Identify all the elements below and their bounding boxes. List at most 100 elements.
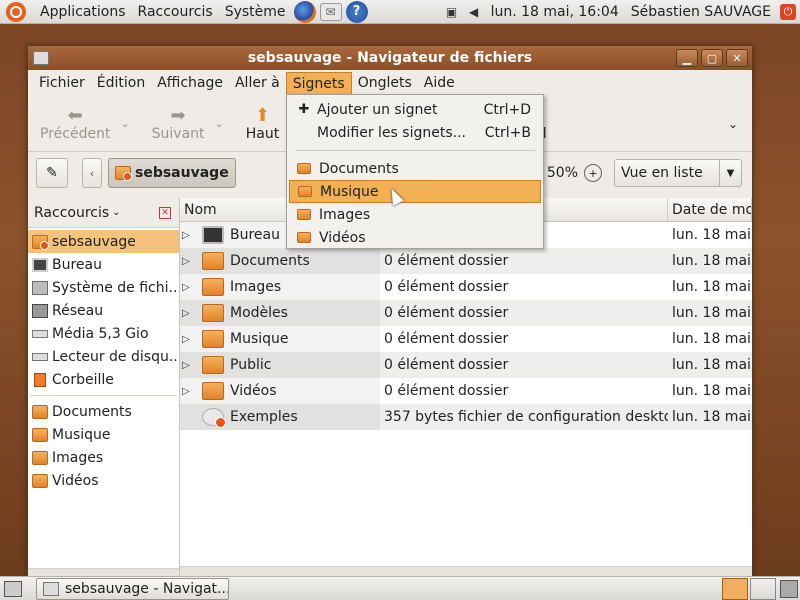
name-cell: ▷ Modèles	[180, 300, 380, 326]
up-button[interactable]: ⬆ Haut	[242, 105, 283, 142]
bookmark-musique[interactable]: Musique	[289, 180, 541, 203]
toolbar-overflow-chevron-icon[interactable]: ⌄	[728, 117, 738, 131]
expander-icon[interactable]: ▷	[182, 360, 196, 371]
window-menu-icon[interactable]	[33, 51, 49, 65]
column-date[interactable]: Date de mo	[668, 198, 752, 221]
workspace-switcher	[720, 577, 776, 600]
bookmarks-dropdown: ✚ Ajouter un signet Ctrl+D Modifier les …	[286, 94, 544, 249]
file-manager-icon	[43, 581, 59, 596]
help-icon[interactable]: ?	[345, 0, 368, 23]
home-folder-icon	[32, 234, 49, 250]
sidebar-item-network[interactable]: Réseau	[28, 299, 179, 322]
taskbar-window-button[interactable]: sebsauvage - Navigat...	[36, 577, 229, 600]
forward-arrow-icon: ➡	[170, 104, 186, 126]
path-scroll-left-button[interactable]: ‹	[82, 158, 102, 188]
sidebar-item-desktop[interactable]: Bureau	[28, 253, 179, 276]
sidebar-item-label: Musique	[52, 426, 111, 443]
workspace-2[interactable]	[750, 577, 776, 600]
maximize-button[interactable]: ▢	[701, 49, 723, 67]
zoom-in-icon[interactable]: +	[584, 164, 602, 182]
expander-icon[interactable]: ▷	[182, 334, 196, 345]
file-date: lun. 18 mai	[672, 305, 751, 321]
sidebar-item-videos[interactable]: Vidéos	[28, 469, 179, 492]
firefox-icon[interactable]	[293, 0, 316, 23]
sidebar-item-images[interactable]: Images	[28, 446, 179, 469]
table-row[interactable]: ▷ Images 0 élément dossier lun. 18 mai	[180, 274, 752, 300]
ubuntu-logo-icon[interactable]	[6, 1, 26, 22]
window-titlebar[interactable]: sebsauvage - Navigateur de fichiers ▁ ▢ …	[28, 46, 752, 70]
view-mode-select[interactable]: Vue en liste ▼	[614, 159, 742, 187]
filesystem-icon	[32, 280, 48, 295]
table-row[interactable]: ▷ Documents 0 élément dossier lun. 18 mai	[180, 248, 752, 274]
sidebar-scrollbar[interactable]	[28, 568, 179, 576]
menu-fichier[interactable]: Fichier	[33, 72, 91, 94]
sidebar-item-music[interactable]: Musique	[28, 423, 179, 446]
back-arrow-icon: ⬅	[67, 104, 83, 126]
volume-icon[interactable]: ◀	[466, 4, 482, 20]
back-history-chevron-icon[interactable]: ⌄	[120, 117, 129, 130]
sidebar-item-disk-reader[interactable]: Lecteur de disqu...	[28, 345, 179, 368]
menu-edition[interactable]: Édition	[91, 72, 151, 94]
path-crumb-home[interactable]: sebsauvage	[108, 158, 236, 188]
edit-bookmarks-label: Modifier les signets...	[317, 124, 466, 141]
edit-bookmarks-item[interactable]: Modifier les signets... Ctrl+B	[289, 121, 541, 144]
location-toggle-button[interactable]: ✎	[36, 158, 68, 188]
user-name[interactable]: Sébastien SAUVAGE	[625, 0, 777, 24]
menu-onglets[interactable]: Onglets	[352, 72, 418, 94]
sidebar-close-icon[interactable]: ✕	[159, 206, 171, 219]
minimize-button[interactable]: ▁	[676, 49, 698, 67]
content-area: Raccourcis ⌄ ✕ sebsauvage Bureau Système…	[28, 198, 752, 576]
menu-signets[interactable]: Signets	[285, 71, 352, 95]
folder-icon	[202, 382, 224, 400]
clock[interactable]: lun. 18 mai, 16:04	[485, 0, 625, 24]
chevron-down-icon[interactable]: ⌄	[112, 207, 120, 218]
bookmark-images[interactable]: Images	[289, 203, 541, 226]
file-name: Documents	[230, 253, 310, 269]
bookmark-documents[interactable]: Documents	[289, 157, 541, 180]
table-row[interactable]: ▷ Musique 0 élément dossier lun. 18 mai	[180, 326, 752, 352]
table-row[interactable]: ▷ Vidéos 0 élément dossier lun. 18 mai	[180, 378, 752, 404]
add-bookmark-shortcut: Ctrl+D	[483, 101, 531, 118]
network-status-icon[interactable]: ▣	[444, 4, 460, 20]
power-icon[interactable]: ⏻	[780, 3, 796, 20]
expander-icon[interactable]: ▷	[182, 308, 196, 319]
menu-affichage[interactable]: Affichage	[151, 72, 229, 94]
file-type: dossier	[458, 305, 509, 321]
add-bookmark-item[interactable]: ✚ Ajouter un signet Ctrl+D	[289, 98, 541, 121]
file-size: 0 élément	[384, 253, 454, 269]
sidebar-item-label: Corbeille	[52, 371, 114, 388]
expander-icon[interactable]: ▷	[182, 256, 196, 267]
bookmark-label: Musique	[320, 183, 379, 200]
expander-icon[interactable]: ▷	[182, 230, 196, 241]
system-menu[interactable]: Système	[219, 0, 292, 24]
menu-aller-a[interactable]: Aller à	[229, 72, 286, 94]
sidebar-item-media[interactable]: Média 5,3 Gio	[28, 322, 179, 345]
places-menu[interactable]: Raccourcis	[132, 0, 219, 24]
forward-button[interactable]: ➡ Suivant	[148, 104, 209, 142]
desktop-folder-icon	[202, 226, 224, 244]
sidebar-item-filesystem[interactable]: Système de fichi...	[28, 276, 179, 299]
table-row[interactable]: ▷ Modèles 0 élément dossier lun. 18 mai	[180, 300, 752, 326]
sidebar-item-trash[interactable]: Corbeille	[28, 368, 179, 391]
sidebar-mode-select[interactable]: Raccourcis	[34, 205, 109, 221]
expander-icon[interactable]: ▷	[182, 386, 196, 397]
workspace-1[interactable]	[722, 577, 748, 600]
back-button[interactable]: ⬅ Précédent	[36, 104, 114, 142]
trash-applet-icon[interactable]	[780, 579, 798, 598]
sidebar-item-documents[interactable]: Documents	[28, 400, 179, 423]
forward-history-chevron-icon[interactable]: ⌄	[215, 117, 224, 130]
name-cell: ▷ Documents	[180, 248, 380, 274]
applications-menu[interactable]: Applications	[34, 0, 132, 24]
menu-aide[interactable]: Aide	[418, 72, 461, 94]
close-button[interactable]: ✕	[726, 49, 748, 67]
horizontal-scrollbar[interactable]	[180, 566, 752, 576]
table-row[interactable]: Exemples 357 bytes fichier de configuratio…	[180, 404, 752, 430]
show-desktop-icon[interactable]	[4, 580, 22, 597]
desktop-icon	[32, 257, 48, 272]
folder-icon	[297, 209, 311, 220]
table-row[interactable]: ▷ Public 0 élément dossier lun. 18 mai	[180, 352, 752, 378]
mail-icon[interactable]: ✉	[319, 2, 342, 21]
sidebar-item-home[interactable]: sebsauvage	[28, 230, 179, 253]
bookmark-videos[interactable]: Vidéos	[289, 226, 541, 249]
expander-icon[interactable]: ▷	[182, 282, 196, 293]
